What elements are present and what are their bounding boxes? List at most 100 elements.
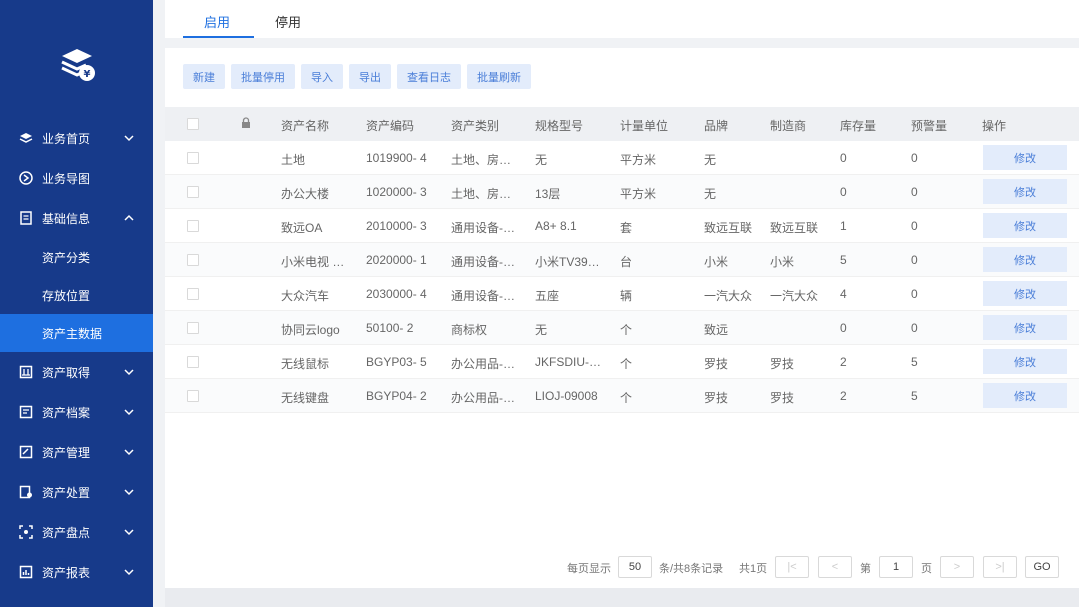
warning-cell: 0 bbox=[911, 185, 918, 199]
submenu-asset-category[interactable]: 资产分类 bbox=[0, 238, 153, 276]
tab-disabled[interactable]: 停用 bbox=[275, 12, 301, 31]
unit-cell: 个 bbox=[620, 323, 633, 337]
stock-cell: 0 bbox=[840, 185, 847, 199]
table-row[interactable]: 土地 1019900- 4 土地、房… 无 平方米 无 0 0 修改 bbox=[165, 141, 1079, 175]
table-row[interactable]: 办公大楼 1020000- 3 土地、房… 13层 平方米 无 0 0 修改 bbox=[165, 175, 1079, 209]
column-header[interactable]: 计量单位 bbox=[620, 117, 668, 134]
new-button[interactable]: 新建 bbox=[183, 64, 225, 89]
row-checkbox[interactable] bbox=[187, 152, 199, 164]
next-page-button[interactable]: > bbox=[940, 556, 974, 578]
first-page-button[interactable]: |< bbox=[775, 556, 809, 578]
status-tabs: 启用 停用 bbox=[165, 0, 1079, 38]
chevron-down-icon bbox=[124, 489, 134, 496]
brand-cell: 无 bbox=[704, 153, 717, 167]
menu-asset-report[interactable]: 资产报表 bbox=[0, 552, 153, 592]
column-header[interactable]: 库存量 bbox=[840, 117, 876, 134]
asset-category-cell: 通用设备-… bbox=[451, 221, 515, 235]
asset-name-cell: 无线鼠标 bbox=[281, 357, 330, 371]
edit-button[interactable]: 修改 bbox=[983, 145, 1067, 170]
row-checkbox[interactable] bbox=[187, 220, 199, 232]
menu-basic-info[interactable]: 基础信息 bbox=[0, 198, 153, 238]
column-header[interactable]: 预警量 bbox=[911, 117, 947, 134]
warning-cell: 0 bbox=[911, 287, 918, 301]
edit-button[interactable]: 修改 bbox=[983, 179, 1067, 204]
column-header[interactable]: 规格型号 bbox=[535, 117, 583, 134]
view-log-button[interactable]: 查看日志 bbox=[397, 64, 461, 89]
column-header[interactable]: 制造商 bbox=[770, 117, 806, 134]
row-checkbox[interactable] bbox=[187, 254, 199, 266]
menu-asset-management[interactable]: 资产管理 bbox=[0, 432, 153, 472]
dispose-icon bbox=[18, 484, 34, 500]
table-row[interactable]: 无线键盘 BGYP04- 2 办公用品-… LIOJ-09008 个 罗技 罗技 2 5 修改 bbox=[165, 379, 1079, 413]
row-checkbox[interactable] bbox=[187, 322, 199, 334]
select-all-checkbox[interactable] bbox=[187, 118, 199, 130]
chevron-down-icon bbox=[124, 409, 134, 416]
asset-category-cell: 土地、房… bbox=[451, 187, 512, 201]
page-number-input[interactable]: 1 bbox=[879, 556, 913, 578]
total-pages: 共1页 bbox=[739, 563, 768, 575]
warning-cell: 0 bbox=[911, 253, 918, 267]
menu-business-home[interactable]: 业务首页 bbox=[0, 118, 153, 158]
last-page-button[interactable]: >| bbox=[983, 556, 1017, 578]
export-button[interactable]: 导出 bbox=[349, 64, 391, 89]
import-button[interactable]: 导入 bbox=[301, 64, 343, 89]
edit-button[interactable]: 修改 bbox=[983, 247, 1067, 272]
asset-code-cell: 1020000- 3 bbox=[366, 185, 427, 199]
menu-asset-disposal[interactable]: 资产处置 bbox=[0, 472, 153, 512]
stock-cell: 2 bbox=[840, 355, 847, 369]
edit-button[interactable]: 修改 bbox=[983, 349, 1067, 374]
row-checkbox[interactable] bbox=[187, 186, 199, 198]
record-summary: 条/共8条记录 bbox=[659, 563, 724, 575]
edit-button[interactable]: 修改 bbox=[983, 315, 1067, 340]
column-header[interactable]: 资产编码 bbox=[366, 117, 414, 134]
menu-label: 业务导图 bbox=[42, 171, 91, 186]
submenu-asset-master-data[interactable]: 资产主数据 bbox=[0, 314, 153, 352]
active-tab-indicator bbox=[183, 36, 254, 38]
column-header[interactable]: 品牌 bbox=[704, 117, 728, 134]
asset-name-cell: 大众汽车 bbox=[281, 289, 330, 303]
archive-icon bbox=[18, 404, 34, 420]
unit-cell: 个 bbox=[620, 357, 633, 371]
prev-page-button[interactable]: < bbox=[818, 556, 852, 578]
edit-button[interactable]: 修改 bbox=[983, 281, 1067, 306]
stock-cell: 5 bbox=[840, 253, 847, 267]
table-row[interactable]: 协同云logo 50100- 2 商标权 无 个 致远 0 0 修改 bbox=[165, 311, 1079, 345]
menu-asset-acquire[interactable]: 资产取得 bbox=[0, 352, 153, 392]
edit-button[interactable]: 修改 bbox=[983, 383, 1067, 408]
sidebar: ¥ 业务首页 业务导图 基础信息 资产分类 存放位置 资产主数据 资产取得 资产… bbox=[0, 0, 153, 607]
column-header[interactable]: 资产名称 bbox=[281, 117, 329, 134]
tab-enabled[interactable]: 启用 bbox=[204, 12, 230, 31]
per-page-select[interactable]: 50 bbox=[618, 556, 652, 578]
edit-icon bbox=[18, 444, 34, 460]
submenu-storage-location[interactable]: 存放位置 bbox=[0, 276, 153, 314]
table-row[interactable]: 致远OA 2010000- 3 通用设备-… A8+ 8.1 套 致远互联 致远互联 1 0 修改 bbox=[165, 209, 1079, 243]
unit-cell: 平方米 bbox=[620, 153, 657, 167]
document-icon bbox=[18, 210, 34, 226]
table-row[interactable]: 无线鼠标 BGYP03- 5 办公用品-… JKFSDIU-… 个 罗技 罗技 2 5 修改 bbox=[165, 345, 1079, 379]
asset-code-cell: 1019900- 4 bbox=[366, 151, 427, 165]
stock-cell: 1 bbox=[840, 219, 847, 233]
asset-code-cell: 50100- 2 bbox=[366, 321, 414, 335]
menu-label: 资产档案 bbox=[42, 405, 91, 420]
menu-asset-archive[interactable]: 资产档案 bbox=[0, 392, 153, 432]
batch-disable-button[interactable]: 批量停用 bbox=[231, 64, 295, 89]
asset-name-cell: 小米电视 … bbox=[281, 255, 345, 269]
warning-cell: 5 bbox=[911, 389, 918, 403]
menu-asset-inventory[interactable]: 资产盘点 bbox=[0, 512, 153, 552]
row-checkbox[interactable] bbox=[187, 390, 199, 402]
menu-business-map[interactable]: 业务导图 bbox=[0, 158, 153, 198]
brand-cell: 罗技 bbox=[704, 357, 729, 371]
column-header[interactable]: 资产类别 bbox=[451, 117, 499, 134]
row-checkbox[interactable] bbox=[187, 288, 199, 300]
batch-refresh-button[interactable]: 批量刷新 bbox=[467, 64, 531, 89]
spec-model-cell: 小米TV39… bbox=[535, 255, 600, 269]
route-icon bbox=[18, 170, 34, 186]
edit-button[interactable]: 修改 bbox=[983, 213, 1067, 238]
asset-category-cell: 办公用品-… bbox=[451, 391, 515, 405]
table-row[interactable]: 大众汽车 2030000- 4 通用设备-… 五座 辆 一汽大众 一汽大众 4 0 修改 bbox=[165, 277, 1079, 311]
page-prefix: 第 bbox=[860, 563, 871, 575]
go-button[interactable]: GO bbox=[1025, 556, 1059, 578]
brand-cell: 致远互联 bbox=[704, 221, 753, 235]
row-checkbox[interactable] bbox=[187, 356, 199, 368]
table-row[interactable]: 小米电视 … 2020000- 1 通用设备-… 小米TV39… 台 小米 小米 5 0 修改 bbox=[165, 243, 1079, 277]
